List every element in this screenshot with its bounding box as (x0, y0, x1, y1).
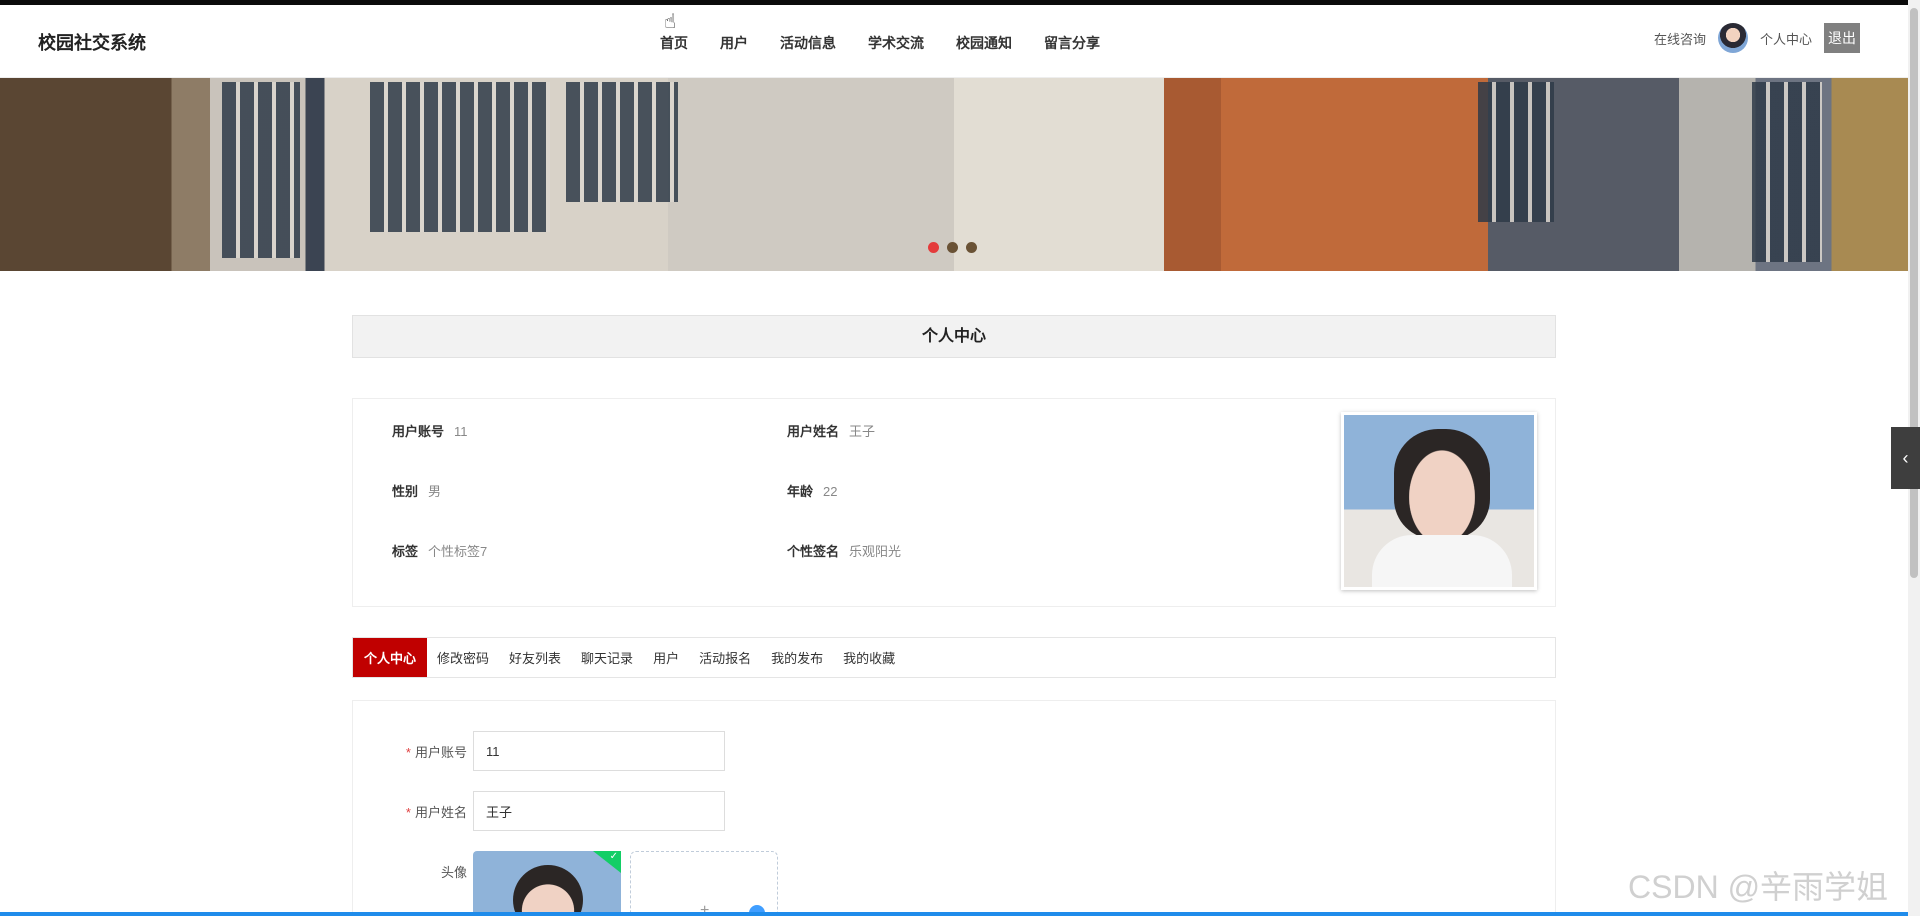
tab-profile[interactable]: 个人中心 (353, 638, 428, 677)
tab-friends[interactable]: 好友列表 (499, 638, 571, 677)
nav-item-messages[interactable]: 留言分享 (1044, 33, 1100, 53)
chevron-left-icon: ‹ (1902, 447, 1909, 468)
info-value: 乐观阳光 (849, 544, 902, 559)
form-row-name: * 用户姓名 (353, 791, 853, 831)
main-nav: 首页 用户 活动信息 学术交流 校园通知 留言分享 (660, 33, 1100, 53)
info-label: 个性签名 (787, 544, 840, 559)
banner-window (370, 82, 550, 232)
nav-item-activities[interactable]: 活动信息 (780, 33, 836, 53)
info-value: 11 (454, 424, 468, 439)
banner-window (1478, 82, 1554, 222)
info-value: 个性标签7 (428, 544, 488, 559)
scrollbar-thumb[interactable] (1910, 8, 1918, 578)
carousel-dot[interactable] (966, 242, 977, 253)
watermark: CSDN @辛雨学姐 (1628, 869, 1889, 905)
banner-window (566, 82, 678, 202)
site-header: 校园社交系统 首页 用户 活动信息 学术交流 校园通知 留言分享 在线咨询 个人… (0, 5, 1908, 78)
info-label: 年龄 (787, 484, 814, 499)
carousel-dot[interactable] (928, 242, 939, 253)
nav-item-home[interactable]: 首页 (660, 33, 688, 53)
side-panel-toggle[interactable]: ‹ (1891, 427, 1920, 489)
account-field[interactable] (473, 731, 725, 771)
page-title: 个人中心 (352, 315, 1556, 358)
nav-item-users[interactable]: 用户 (720, 33, 748, 53)
tab-chat-history[interactable]: 聊天记录 (571, 638, 643, 677)
info-value: 男 (428, 484, 442, 499)
header-user-area: 在线咨询 个人中心 退出 (1654, 23, 1861, 53)
info-value: 王子 (849, 424, 876, 439)
info-signature: 个性签名 乐观阳光 (787, 541, 901, 560)
profile-photo (1341, 412, 1537, 590)
info-name: 用户姓名 王子 (787, 421, 875, 440)
info-age: 年龄 22 (787, 481, 837, 500)
tab-activity-signup[interactable]: 活动报名 (689, 638, 761, 677)
info-label: 用户姓名 (787, 424, 840, 439)
hero-banner[interactable] (0, 78, 1908, 271)
hand-cursor-icon: ☝ (664, 11, 677, 33)
photo-shirt (1372, 535, 1512, 587)
banner-window (1752, 82, 1822, 262)
account-field-label: * 用户账号 (405, 745, 467, 760)
info-gender: 性别男 (392, 481, 441, 500)
site-brand[interactable]: 校园社交系统 (38, 29, 146, 55)
banner-window (222, 82, 300, 258)
name-field[interactable] (473, 791, 725, 831)
form-row-account: * 用户账号 (353, 731, 853, 771)
carousel-dot[interactable] (947, 242, 958, 253)
tab-users[interactable]: 用户 (643, 638, 689, 677)
info-label: 性别 (392, 484, 419, 499)
profile-tabs: 个人中心 修改密码 好友列表 聊天记录 用户 活动报名 我的发布 我的收藏 (352, 637, 1556, 678)
logout-button[interactable]: 退出 (1824, 23, 1861, 53)
bottom-edge (0, 912, 1908, 916)
info-label: 标签 (392, 544, 419, 559)
photo-face (1394, 429, 1490, 539)
nav-item-notices[interactable]: 校园通知 (956, 33, 1012, 53)
avatar-upload-thumbnail[interactable] (473, 851, 621, 916)
tab-my-posts[interactable]: 我的发布 (761, 638, 833, 677)
user-avatar[interactable] (1718, 23, 1749, 53)
tab-change-password[interactable]: 修改密码 (427, 638, 499, 677)
info-label: 用户账号 (392, 424, 445, 439)
info-tag: 标签 个性标签7 (392, 541, 487, 560)
info-value: 22 (823, 484, 838, 499)
tab-my-favorites[interactable]: 我的收藏 (833, 638, 905, 677)
user-center-link[interactable]: 个人中心 (1760, 29, 1812, 48)
online-consult-link[interactable]: 在线咨询 (1654, 29, 1706, 48)
name-field-label: * 用户姓名 (405, 805, 467, 820)
carousel-indicators (928, 242, 977, 253)
info-account: 用户账号 11 (392, 421, 468, 440)
nav-item-academic[interactable]: 学术交流 (868, 33, 924, 53)
avatar-field-label: 头像 (440, 865, 467, 880)
